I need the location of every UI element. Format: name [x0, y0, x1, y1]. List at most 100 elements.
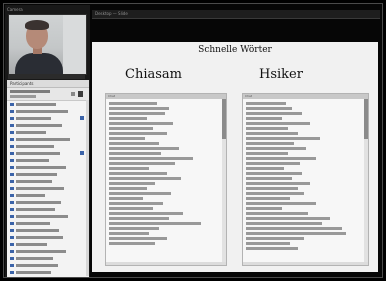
message-text: [246, 177, 292, 180]
participant-row[interactable]: [7, 115, 89, 122]
participant-row[interactable]: [7, 108, 89, 115]
participant-row[interactable]: [7, 248, 89, 255]
participant-name: [16, 215, 68, 218]
participant-row[interactable]: [7, 171, 89, 178]
message-text: [109, 207, 153, 210]
participant-row[interactable]: [7, 269, 89, 276]
message-text: [246, 167, 284, 170]
message-text: [246, 162, 300, 165]
participant-name: [16, 243, 47, 246]
user-icon: [10, 124, 14, 127]
left-chat-box: Chat: [105, 93, 227, 266]
message-text: [246, 192, 304, 195]
participant-row[interactable]: [7, 262, 89, 269]
message-text: [109, 162, 175, 165]
toolbar-subtext: [10, 95, 36, 98]
participant-row[interactable]: [7, 178, 89, 185]
message-text: [109, 102, 157, 105]
participant-row[interactable]: [7, 185, 89, 192]
user-icon: [10, 264, 14, 267]
message-text: [246, 247, 298, 250]
message-text: [109, 242, 155, 245]
participant-name: [16, 131, 46, 134]
camera-controls-bar[interactable]: [8, 74, 85, 79]
participant-name: [16, 264, 58, 267]
presentation-slide: Schnelle Wörter Chiasam Hsiker Chat Chat: [92, 42, 378, 272]
user-icon: [10, 159, 14, 162]
message-text: [246, 122, 310, 125]
participant-row[interactable]: [7, 213, 89, 220]
participant-row[interactable]: [7, 234, 89, 241]
participant-row[interactable]: [7, 227, 89, 234]
user-icon: [10, 243, 14, 246]
user-icon: [10, 215, 14, 218]
message-text: [109, 127, 153, 130]
user-icon: [10, 138, 14, 141]
participants-scrollbar[interactable]: [86, 100, 89, 276]
participant-row[interactable]: [7, 220, 89, 227]
scroll-thumb[interactable]: [364, 99, 368, 139]
left-column-heading: Chiasam: [125, 67, 182, 82]
participant-row[interactable]: [7, 101, 89, 108]
right-chat-hscrollbar[interactable]: [243, 262, 368, 265]
user-icon: [10, 271, 14, 274]
left-chat-hscrollbar[interactable]: [106, 262, 226, 265]
scroll-thumb[interactable]: [222, 99, 226, 139]
status-icon: [80, 151, 84, 155]
user-icon: [10, 103, 14, 106]
participant-row[interactable]: [7, 122, 89, 129]
message-text: [246, 112, 302, 115]
chat-message: [243, 246, 368, 251]
participant-row[interactable]: [7, 199, 89, 206]
toolbar-text: [10, 90, 50, 93]
person-icon[interactable]: [78, 91, 83, 97]
message-text: [109, 197, 143, 200]
message-text: [109, 117, 147, 120]
message-text: [246, 127, 288, 130]
settings-icon[interactable]: [71, 92, 75, 96]
user-icon: [10, 110, 14, 113]
user-icon: [10, 152, 14, 155]
participant-row[interactable]: [7, 143, 89, 150]
message-text: [246, 172, 302, 175]
message-text: [246, 132, 298, 135]
user-icon: [10, 194, 14, 197]
user-icon: [10, 257, 14, 260]
participants-toolbar: [7, 88, 89, 101]
right-chat-scrollbar[interactable]: [364, 99, 368, 265]
participants-list: [7, 101, 89, 276]
message-text: [109, 202, 163, 205]
message-text: [246, 102, 286, 105]
participants-header: Participants: [7, 80, 89, 88]
shared-window-titlebar: Desktop — Slide: [92, 10, 380, 19]
left-chat-scrollbar[interactable]: [222, 99, 226, 265]
right-chat-box: Chat: [242, 93, 369, 266]
participant-name: [16, 271, 51, 274]
message-text: [246, 182, 310, 185]
participant-name: [16, 208, 55, 211]
message-text: [246, 147, 306, 150]
participant-row[interactable]: [7, 206, 89, 213]
participant-row[interactable]: [7, 164, 89, 171]
participant-name: [16, 250, 66, 253]
participant-row[interactable]: [7, 192, 89, 199]
participant-name: [16, 138, 70, 141]
participant-row[interactable]: [7, 129, 89, 136]
message-text: [109, 147, 179, 150]
participant-name: [16, 194, 45, 197]
user-icon: [10, 222, 14, 225]
participant-row[interactable]: [7, 255, 89, 262]
participants-panel: Participants: [7, 80, 89, 277]
participant-row[interactable]: [7, 136, 89, 143]
user-icon: [10, 187, 14, 190]
participant-row[interactable]: [7, 241, 89, 248]
user-icon: [10, 250, 14, 253]
message-text: [109, 172, 167, 175]
message-text: [246, 242, 290, 245]
message-text: [246, 142, 294, 145]
participant-row[interactable]: [7, 157, 89, 164]
user-icon: [10, 117, 14, 120]
participant-row[interactable]: [7, 150, 89, 157]
right-column-heading: Hsiker: [259, 67, 303, 82]
participant-name: [16, 257, 53, 260]
